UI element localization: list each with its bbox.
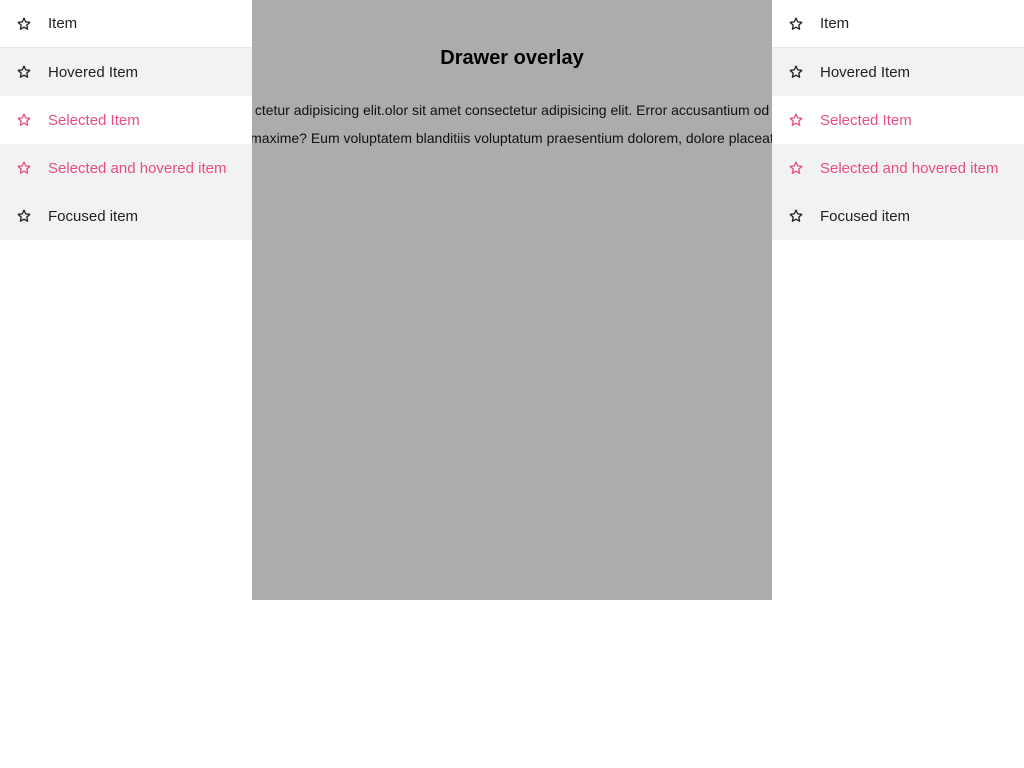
star-outline-icon xyxy=(16,64,32,80)
left-drawer-item-selected[interactable]: Selected Item xyxy=(0,96,252,144)
item-label: Item xyxy=(48,15,78,32)
right-drawer-list: Item Hovered Item Selected Item Selected… xyxy=(772,0,1024,240)
right-drawer-item-selected[interactable]: Selected Item xyxy=(772,96,1024,144)
right-drawer-item-focused[interactable]: Focused item xyxy=(772,192,1024,240)
item-label: Selected Item xyxy=(820,111,912,129)
star-outline-icon xyxy=(788,16,804,32)
item-label: Selected and hovered item xyxy=(820,159,999,177)
star-outline-icon xyxy=(788,112,804,128)
star-outline-icon xyxy=(788,64,804,80)
item-label: Focused item xyxy=(820,207,911,225)
app-stage: Drawer overlay ctetur adipisicing elit.o… xyxy=(0,0,1024,768)
right-drawer-item-selected-hovered[interactable]: Selected and hovered item xyxy=(772,144,1024,192)
left-drawer-list: Item Hovered Item Selected Item Selected… xyxy=(0,0,252,240)
star-outline-icon xyxy=(788,208,804,224)
item-label: Selected Item xyxy=(48,111,140,129)
right-drawer-item-hovered[interactable]: Hovered Item xyxy=(772,48,1024,96)
star-outline-icon xyxy=(788,160,804,176)
right-drawer-item[interactable]: Item xyxy=(772,0,1024,48)
item-label: Hovered Item xyxy=(48,63,139,81)
star-outline-icon xyxy=(16,160,32,176)
left-drawer-item[interactable]: Item xyxy=(0,0,252,48)
right-drawer: Item Hovered Item Selected Item Selected… xyxy=(772,0,1024,768)
item-label: Hovered Item xyxy=(820,63,911,81)
left-drawer: Item Hovered Item Selected Item Selected… xyxy=(0,0,252,768)
item-label: Item xyxy=(820,15,850,32)
item-label: Focused item xyxy=(48,207,139,225)
item-label: Selected and hovered item xyxy=(48,159,227,177)
star-outline-icon xyxy=(16,208,32,224)
star-outline-icon xyxy=(16,16,32,32)
star-outline-icon xyxy=(16,112,32,128)
left-drawer-item-focused[interactable]: Focused item xyxy=(0,192,252,240)
left-drawer-item-hovered[interactable]: Hovered Item xyxy=(0,48,252,96)
left-drawer-item-selected-hovered[interactable]: Selected and hovered item xyxy=(0,144,252,192)
